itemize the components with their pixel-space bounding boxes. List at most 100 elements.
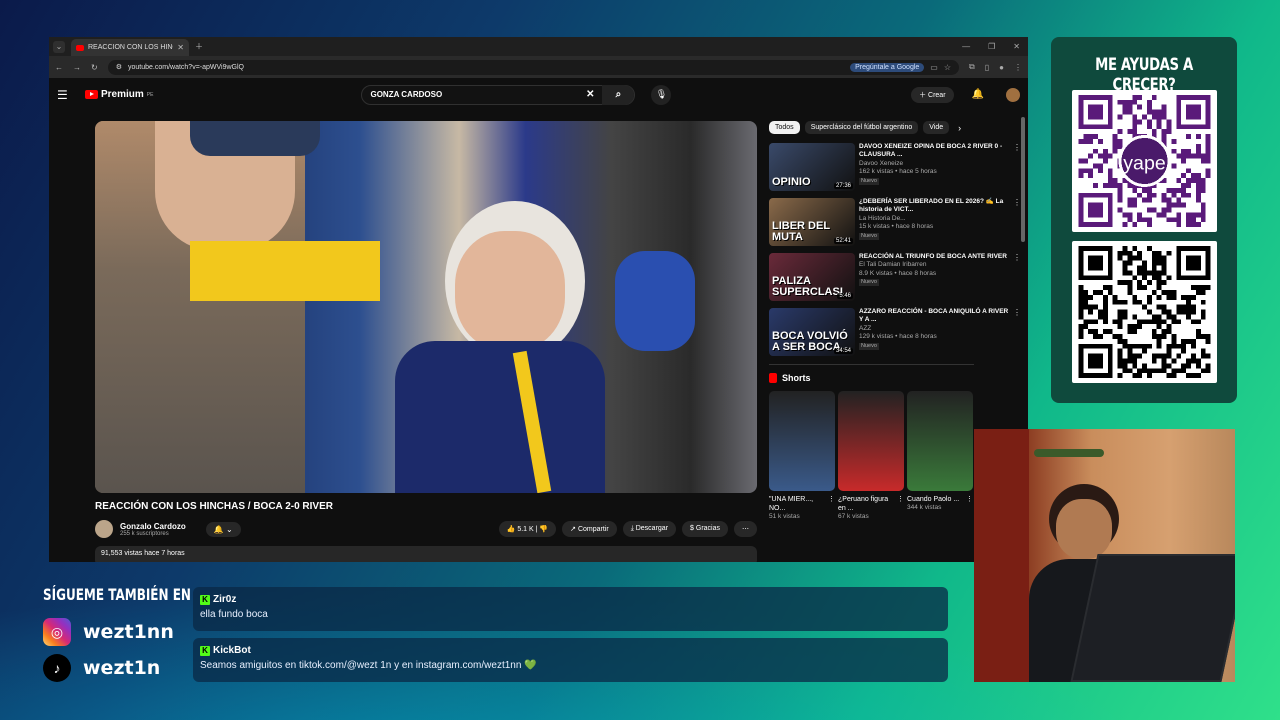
close-tab-icon[interactable]: ✕ — [177, 43, 184, 52]
more-options-icon[interactable]: ⋮ — [1013, 198, 1021, 246]
logo-region: PE — [146, 91, 154, 98]
notifications-icon[interactable]: 🔔 — [972, 89, 984, 100]
short-item[interactable]: ¿Peruano figura en ... ⋮ 67 k vistas — [838, 391, 904, 520]
reload-icon[interactable]: ↻ — [91, 63, 98, 72]
channel-avatar[interactable] — [95, 520, 113, 538]
chip-todos[interactable]: Todos — [769, 121, 800, 134]
back-icon[interactable]: ← — [55, 63, 63, 72]
hamburger-menu-icon[interactable]: ☰ — [57, 88, 77, 102]
chat-text: ella fundo boca — [200, 609, 268, 620]
red-wall-shape — [974, 429, 1029, 682]
more-options-icon[interactable]: ⋮ — [966, 495, 973, 504]
subscription-bell-button[interactable]: 🔔 ⌄ — [205, 521, 241, 537]
short-thumbnail[interactable] — [769, 391, 835, 491]
more-options-icon[interactable]: ⋮ — [897, 495, 904, 513]
short-title[interactable]: ¿Peruano figura en ... — [838, 495, 897, 513]
more-options-icon[interactable]: ⋮ — [828, 495, 835, 513]
recommendation-info: AZZARO REACCIÓN - BOCA ANIQUILÓ A RIVER … — [859, 308, 1009, 356]
youtube-logo[interactable]: Premium PE — [85, 89, 153, 100]
short-title[interactable]: Cuando Paolo ... — [907, 495, 959, 504]
shorts-header: Shorts — [769, 373, 1019, 383]
recommendation-channel[interactable]: El Tali Damian Iribarren — [859, 261, 1009, 269]
video-player[interactable] — [95, 121, 757, 493]
page-scrollbar[interactable] — [1021, 117, 1025, 242]
search-button[interactable]: ⌕ — [602, 84, 635, 105]
forward-icon[interactable]: → — [73, 63, 81, 72]
video-thumbnail[interactable]: OPINIO 27:36 — [769, 143, 855, 191]
extensions-icon[interactable]: ⧉ — [969, 62, 975, 72]
recommendation-title[interactable]: REACCIÓN AL TRIUNFO DE BOCA ANTE RIVER — [859, 253, 1009, 261]
new-tab-icon[interactable]: ＋ — [195, 41, 203, 52]
short-item[interactable]: Cuando Paolo ... ⋮ 344 k vistas — [907, 391, 973, 520]
instagram-icon: ◎ — [43, 618, 71, 646]
short-item[interactable]: "UNA MIER..., NO... ⋮ 51 k vistas — [769, 391, 835, 520]
active-tab[interactable]: REACCIÓN CON LOS HINCHAS ✕ — [71, 39, 189, 56]
yape-logo-text: yape — [1123, 152, 1166, 174]
chat-message: K Zir0z ella fundo boca — [193, 587, 948, 631]
maximize-icon[interactable]: ❐ — [988, 42, 995, 51]
chat-username: Zir0z — [213, 594, 237, 605]
more-options-icon[interactable]: ⋮ — [1013, 143, 1021, 191]
short-views: 67 k vistas — [838, 513, 869, 521]
minimize-icon[interactable]: — — [962, 42, 970, 51]
site-info-icon[interactable]: ⚙ — [116, 63, 122, 71]
more-options-icon[interactable]: ⋮ — [1013, 253, 1021, 301]
create-label: Crear — [928, 91, 946, 99]
download-button[interactable]: ⤓ Descargar — [622, 521, 677, 537]
bookmark-star-icon[interactable]: ☆ — [944, 63, 951, 72]
browser-menu-icon[interactable]: ⋮ — [1014, 63, 1022, 72]
recommendation-title[interactable]: DAVOO XENEIZE OPINA DE BOCA 2 RIVER 0 - … — [859, 143, 1009, 160]
short-views: 51 k vistas — [769, 513, 800, 521]
recommendation-item[interactable]: OPINIO 27:36 DAVOO XENEIZE OPINA DE BOCA… — [769, 143, 1021, 191]
search-input[interactable]: GONZA CARDOSO ✕ ⌕ — [361, 84, 636, 105]
recommendation-item[interactable]: LIBER DEL MUTA 52:41 ¿DEBERÍA SER LIBERA… — [769, 198, 1021, 246]
like-button[interactable]: 👍 5.1 K | 👎 — [498, 521, 557, 537]
share-button[interactable]: ↗ Compartir — [562, 521, 617, 537]
recommendation-channel[interactable]: Davoo Xeneize — [859, 160, 1009, 168]
channel-name[interactable]: Gonzalo Cardozo — [120, 522, 186, 531]
tab-search-icon[interactable]: ⌄ — [53, 40, 65, 53]
ask-google-button[interactable]: Pregúntale a Google — [850, 62, 925, 72]
sidebar-icon[interactable]: ▯ — [985, 63, 989, 72]
video-thumbnail[interactable]: LIBER DEL MUTA 52:41 — [769, 198, 855, 246]
thumbnail-caption: OPINIO — [772, 176, 811, 188]
thanks-label: Gracias — [695, 525, 720, 532]
short-thumbnail[interactable] — [838, 391, 904, 491]
recommendation-channel[interactable]: La Historia De... — [859, 215, 1009, 223]
follow-title: SÍGUEME TAMBIÉN EN — [43, 585, 191, 604]
short-title[interactable]: "UNA MIER..., NO... — [769, 495, 828, 513]
chip-videos[interactable]: Vide — [923, 121, 950, 134]
instagram-row: ◎ wezt1nn — [43, 618, 174, 646]
search-value: GONZA CARDOSO — [370, 90, 443, 99]
tiktok-icon: ♪ — [43, 654, 71, 682]
short-thumbnail[interactable] — [907, 391, 973, 491]
create-button[interactable]: ＋ Crear — [911, 86, 954, 103]
recommendation-item[interactable]: BOCA VOLVIÓ A SER BOCA 34:54 AZZARO REAC… — [769, 308, 1021, 356]
chip-superclasico[interactable]: Superclásico del fútbol argentino — [804, 121, 919, 134]
recommendation-title[interactable]: ¿DEBERÍA SER LIBERADO EN EL 2026? ✍️ La … — [859, 198, 1009, 215]
account-avatar[interactable] — [1006, 87, 1020, 102]
yape-qr-code: yape — [1072, 90, 1217, 232]
clear-search-icon[interactable]: ✕ — [586, 89, 594, 100]
recommendation-title[interactable]: AZZARO REACCIÓN - BOCA ANIQUILÓ A RIVER … — [859, 308, 1009, 325]
tiktok-row: ♪ wezt1n — [43, 654, 160, 682]
recommendation-item[interactable]: PALIZA SUPERCLASI 5:46 REACCIÓN AL TRIUN… — [769, 253, 1021, 301]
divider — [769, 364, 974, 365]
profile-icon[interactable]: ● — [999, 63, 1004, 72]
recommendation-channel[interactable]: AZZ — [859, 325, 1009, 333]
voice-search-icon[interactable]: 🎙 — [651, 84, 672, 105]
video-thumbnail[interactable]: PALIZA SUPERCLASI 5:46 — [769, 253, 855, 301]
chevron-right-icon[interactable]: › — [958, 123, 961, 133]
url-field[interactable]: ⚙ youtube.com/watch?v=-apWVi9wGlQ Pregún… — [107, 59, 960, 75]
video-thumbnail[interactable]: BOCA VOLVIÓ A SER BOCA 34:54 — [769, 308, 855, 356]
qr-pattern-plain — [1078, 245, 1211, 379]
close-window-icon[interactable]: ✕ — [1013, 42, 1020, 51]
subscriber-count: 255 k suscriptores — [120, 530, 169, 537]
new-badge: Nuevo — [859, 279, 879, 287]
description-box[interactable]: 91,553 vistas hace 7 horas — [95, 546, 757, 562]
install-icon[interactable]: ▭ — [930, 63, 938, 72]
more-options-icon[interactable]: ⋮ — [1013, 308, 1021, 356]
more-actions-icon[interactable]: ⋯ — [734, 521, 757, 537]
monitor-shape — [1070, 554, 1235, 682]
thanks-button[interactable]: $ Gracias — [682, 521, 728, 537]
